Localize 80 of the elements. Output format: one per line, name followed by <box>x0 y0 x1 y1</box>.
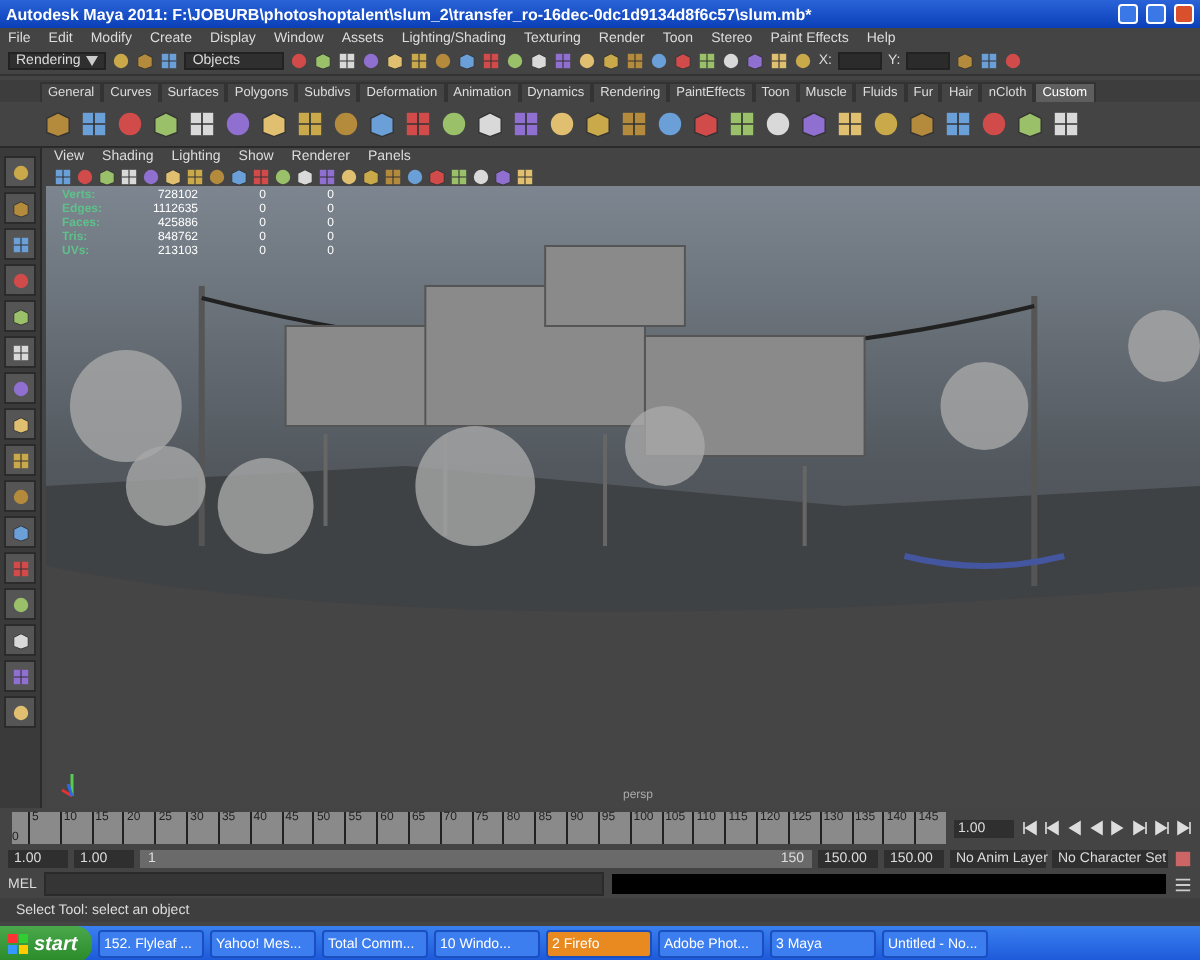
grid-icon[interactable] <box>698 52 717 70</box>
grid-icon[interactable] <box>80 110 108 138</box>
cube-icon[interactable] <box>260 110 288 138</box>
grid-icon[interactable] <box>980 52 999 70</box>
maximize-button[interactable] <box>1146 4 1166 24</box>
sphere-icon[interactable] <box>11 595 29 613</box>
grid-icon[interactable] <box>120 167 138 185</box>
cube-icon[interactable] <box>136 52 155 70</box>
cube-icon[interactable] <box>152 110 180 138</box>
cube-icon[interactable] <box>530 52 549 70</box>
playback-icon[interactable] <box>1154 820 1170 836</box>
sphere-icon[interactable] <box>11 703 29 721</box>
cube-icon[interactable] <box>368 110 396 138</box>
grid-icon[interactable] <box>516 167 534 185</box>
sphere-icon[interactable] <box>434 52 453 70</box>
x-field[interactable] <box>837 52 882 70</box>
playback-icon[interactable] <box>1044 820 1060 836</box>
grid-icon[interactable] <box>944 110 972 138</box>
sphere-icon[interactable] <box>472 167 490 185</box>
menu-icon[interactable] <box>1174 875 1192 893</box>
windows-flag-icon <box>8 934 28 954</box>
cube-icon[interactable] <box>458 52 477 70</box>
sphere-icon[interactable] <box>872 110 900 138</box>
grid-icon[interactable] <box>450 167 468 185</box>
window-title: Autodesk Maya 2011: F:\JOBURB\photoshoptalent\slum_2\transfer_ro-16dec-0dc1d9134d8f6c57\slum.mb* <box>6 5 814 23</box>
cube-icon[interactable] <box>956 52 975 70</box>
sphere-icon[interactable] <box>332 110 360 138</box>
playback-icon[interactable] <box>1132 820 1148 836</box>
sphere-icon[interactable] <box>506 52 525 70</box>
grid-icon[interactable] <box>11 451 29 469</box>
grid-icon[interactable] <box>384 167 402 185</box>
cube-icon[interactable] <box>386 52 405 70</box>
sphere-icon[interactable] <box>578 52 597 70</box>
command-input-field[interactable] <box>44 872 604 896</box>
start-button[interactable]: start <box>0 926 92 960</box>
cube-icon[interactable] <box>11 523 29 541</box>
sphere-icon[interactable] <box>764 110 792 138</box>
grid-icon[interactable] <box>626 52 645 70</box>
cube-icon[interactable] <box>908 110 936 138</box>
grid-icon[interactable] <box>160 52 179 70</box>
sphere-icon[interactable] <box>112 52 131 70</box>
sphere-icon[interactable] <box>11 163 29 181</box>
playback-icon[interactable] <box>1022 820 1038 836</box>
grid-icon[interactable] <box>11 343 29 361</box>
sphere-icon[interactable] <box>656 110 684 138</box>
cube-icon[interactable] <box>602 52 621 70</box>
grid-icon[interactable] <box>1052 110 1080 138</box>
cube-icon[interactable] <box>11 307 29 325</box>
cube-icon[interactable] <box>1016 110 1044 138</box>
close-button[interactable] <box>1174 4 1194 24</box>
sphere-icon[interactable] <box>274 167 292 185</box>
sphere-icon[interactable] <box>406 167 424 185</box>
grid-icon[interactable] <box>186 167 204 185</box>
cube-icon[interactable] <box>476 110 504 138</box>
sphere-icon[interactable] <box>650 52 669 70</box>
key-icon[interactable] <box>1174 850 1192 868</box>
playback-icon[interactable] <box>1176 820 1192 836</box>
cube-icon[interactable] <box>11 631 29 649</box>
sphere-icon[interactable] <box>548 110 576 138</box>
sphere-icon[interactable] <box>208 167 226 185</box>
grid-icon[interactable] <box>836 110 864 138</box>
grid-icon[interactable] <box>728 110 756 138</box>
grid-icon[interactable] <box>296 110 324 138</box>
cube-icon[interactable] <box>584 110 612 138</box>
cube-icon[interactable] <box>11 415 29 433</box>
minimize-button[interactable] <box>1118 4 1138 24</box>
cube-icon[interactable] <box>314 52 333 70</box>
grid-icon[interactable] <box>620 110 648 138</box>
sphere-icon[interactable] <box>722 52 741 70</box>
sphere-icon[interactable] <box>794 52 813 70</box>
grid-icon[interactable] <box>770 52 789 70</box>
caret-icon <box>86 56 99 66</box>
sphere-icon[interactable] <box>340 167 358 185</box>
y-field[interactable] <box>906 52 951 70</box>
sphere-icon[interactable] <box>440 110 468 138</box>
grid-icon[interactable] <box>54 167 72 185</box>
cube-icon[interactable] <box>44 110 72 138</box>
grid-icon[interactable] <box>410 52 429 70</box>
grid-icon[interactable] <box>338 52 357 70</box>
grid-icon[interactable] <box>188 110 216 138</box>
